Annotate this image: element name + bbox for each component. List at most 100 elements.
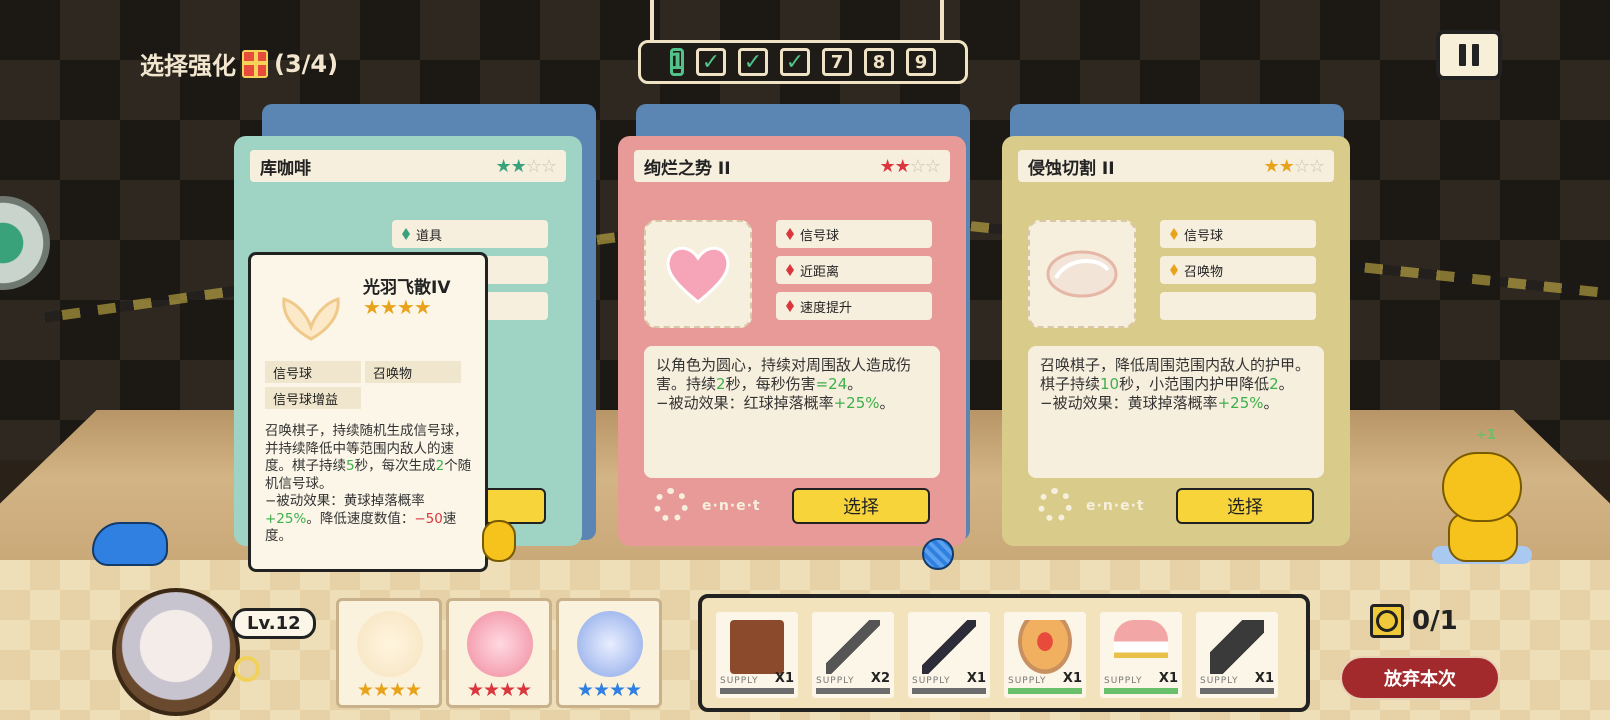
stage-done: ✓ (738, 48, 768, 76)
dog-head (1442, 452, 1522, 522)
desc-highlight: =24 (815, 375, 848, 393)
supply-bar (1104, 688, 1178, 694)
skill-slot-1[interactable]: ★★★★ (336, 598, 442, 708)
skill-tooltip: 光羽飞散IV ★★★★ 信号球 召唤物 信号球增益 召唤棋子，持续随机生成信号球… (248, 252, 488, 572)
diamond-icon (786, 228, 794, 240)
supply-label: SUPPLY (1200, 676, 1239, 686)
card-art-swirl (1028, 220, 1136, 328)
sleeping-cat (92, 522, 168, 566)
supply-panel: SUPPLY X1 SUPPLY X2 SUPPLY X1 SUPPLY X1 … (698, 594, 1310, 712)
diamond-icon (1170, 264, 1178, 276)
stars-filled: ★★ (495, 155, 526, 177)
desc-highlight: 2 (435, 458, 445, 474)
card-deco-text: e·n·e·t (702, 498, 761, 514)
pause-button[interactable] (1436, 30, 1502, 80)
reroll-value: 0/1 (1412, 606, 1458, 636)
crossbow-icon (826, 620, 880, 674)
card-stars: ★★☆☆ (1263, 155, 1325, 177)
tag-label: 近距离 (800, 264, 840, 280)
coin-icon (1370, 604, 1404, 638)
stars-filled: ★★ (879, 155, 910, 177)
card-deco-text: e·n·e·t (1086, 498, 1145, 514)
reroll-counter: 0/1 (1370, 604, 1458, 638)
passive-text: 。 (1263, 394, 1279, 412)
card-stars: ★★☆☆ (495, 155, 557, 177)
yarn-ball (922, 538, 954, 570)
passive-text: −被动效果：黄球掉落概率 (265, 493, 425, 509)
passive-text: −被动效果：黄球掉落概率 (1040, 394, 1218, 412)
small-dog-mascot (482, 520, 516, 562)
diamond-icon (402, 228, 410, 240)
supply-item[interactable]: SUPPLY X2 (812, 612, 894, 698)
supply-item[interactable]: SUPPLY X1 (1004, 612, 1086, 698)
card-name: 库咖啡 (260, 158, 311, 179)
tooltip-tag: 召唤物 (365, 361, 461, 383)
skill-slot-3[interactable]: ★★★★ (556, 598, 662, 708)
passive-text: 。降低速度数值： (306, 510, 415, 527)
tooltip-tag: 信号球增益 (265, 387, 361, 409)
desc-text: 。 (847, 375, 863, 393)
stars-filled: ★★ (1263, 155, 1294, 177)
supply-count: X1 (774, 671, 794, 686)
supply-bar (1200, 688, 1274, 694)
supply-count: X1 (966, 671, 986, 686)
diamond-icon (786, 300, 794, 312)
title-text: 选择强化 (140, 52, 236, 80)
tooltip-tag: 信号球 (265, 361, 361, 383)
gear-icon (654, 488, 688, 522)
tracker-rope (650, 0, 654, 40)
stage-upcoming: 9 (906, 48, 936, 76)
magnifier-icon[interactable] (234, 656, 260, 682)
card-description: 召唤棋子，降低周围范围内敌人的护甲。棋子持续10秒，小范围内护甲降低2。 −被动… (1028, 346, 1324, 478)
desc-text: 秒，每次生成 (354, 458, 436, 474)
card-tag: 信号球 (1160, 220, 1316, 248)
tooltip-art (269, 277, 353, 361)
stars-empty: ☆☆ (525, 155, 557, 177)
skill-slot-2[interactable]: ★★★★ (446, 598, 552, 708)
select-button[interactable]: 选择 (1176, 488, 1314, 524)
supply-label: SUPPLY (816, 676, 855, 686)
burst-icon (467, 611, 533, 677)
tooltip-description: 召唤棋子，持续随机生成信号球，并持续降低中等范围内敌人的速度。棋子持续5秒，每次… (265, 423, 479, 546)
select-button[interactable]: 选择 (792, 488, 930, 524)
abandon-button[interactable]: 放弃本次 (1340, 656, 1500, 700)
player-level: Lv.12 (232, 608, 316, 639)
player-avatar[interactable] (112, 588, 240, 716)
desc-highlight: 2 (716, 375, 726, 393)
supply-count: X2 (870, 671, 890, 686)
card-tag (1160, 292, 1316, 320)
stars-empty: ☆☆ (1293, 155, 1325, 177)
supply-label: SUPPLY (912, 676, 951, 686)
passive-highlight: +25% (1217, 394, 1264, 412)
supply-item[interactable]: SUPPLY X1 (716, 612, 798, 698)
passive-negative: −50 (414, 510, 443, 527)
wings-icon (282, 296, 340, 341)
passive-text: 。 (879, 394, 895, 412)
supply-count: X1 (1062, 671, 1082, 686)
upgrade-card-3[interactable]: 侵蚀切割 II ★★☆☆ 信号球 召唤物 召唤棋子，降低周围范围内敌人的护甲。棋… (1002, 136, 1350, 546)
stage-done: ✓ (696, 48, 726, 76)
card-name: 绚烂之势 II (644, 158, 731, 179)
card-name-bar: 侵蚀切割 II ★★☆☆ (1018, 150, 1334, 182)
passive-highlight: +25% (265, 510, 307, 527)
tag-label: 召唤物 (1184, 264, 1224, 280)
supply-bar (1008, 688, 1082, 694)
tracker-rope (940, 0, 944, 40)
diamond-icon (1170, 228, 1178, 240)
card-tag: 道具 (392, 220, 548, 248)
supply-item[interactable]: SUPPLY X1 (908, 612, 990, 698)
pause-icon-bar (1459, 44, 1466, 66)
stage-upcoming: 7 (822, 48, 852, 76)
supply-label: SUPPLY (720, 676, 759, 686)
desc-highlight: 5 (346, 458, 355, 474)
tag-label: 道具 (416, 228, 443, 244)
gatling-icon (1210, 620, 1264, 674)
passive-highlight: +25% (833, 394, 880, 412)
supply-label: SUPPLY (1008, 676, 1047, 686)
upgrade-card-2[interactable]: 绚烂之势 II ★★☆☆ 信号球 近距离 速度提升 以角色为圆心，持续对周围敌人… (618, 136, 966, 546)
supply-item[interactable]: SUPPLY X1 (1196, 612, 1278, 698)
stage-done: ✓ (780, 48, 810, 76)
supply-item[interactable]: SUPPLY X1 (1100, 612, 1182, 698)
tag-label: 信号球 (1184, 228, 1224, 244)
parfait-icon (1114, 620, 1168, 674)
